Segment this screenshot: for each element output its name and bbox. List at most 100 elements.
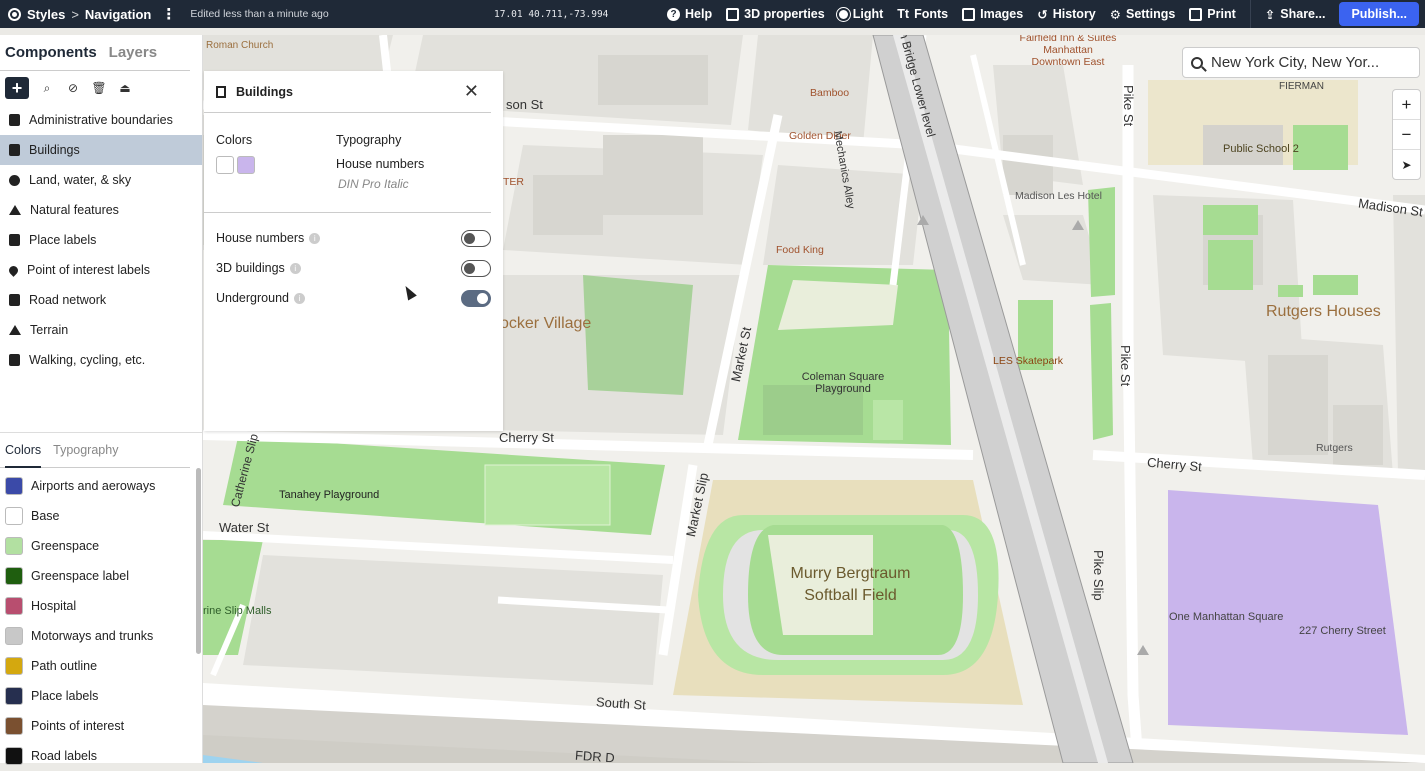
search-layers-icon[interactable]: ⌕ [39, 80, 55, 96]
color-swatch-item[interactable]: Path outline [0, 651, 202, 681]
crumb-navigation[interactable]: Navigation [85, 7, 151, 22]
color-swatch [5, 477, 23, 495]
map-label-madison-les-hotel: Madison Les Hotel [1015, 190, 1102, 202]
left-sidebar: Components Layers + ⌕ ⊘ 🗑 ⏏ Administrati… [0, 35, 203, 765]
color-swatch-label: Road labels [31, 749, 98, 763]
map-label-rutgers: Rutgers [1316, 442, 1353, 454]
color-swatch-item[interactable]: Greenspace label [0, 561, 202, 591]
color-swatch-item[interactable]: Points of interest [0, 711, 202, 741]
flag-icon [9, 114, 20, 126]
map-label-fairfield-inn: Fairfield Inn & Suites Manhattan Downtow… [1019, 35, 1117, 68]
map-label-public-school-2: Public School 2 [1223, 143, 1299, 155]
toggle-row: House numbers i [204, 223, 503, 253]
sidebar-tabs: Components Layers [0, 35, 190, 71]
hide-icon[interactable]: ⊘ [65, 80, 81, 96]
kebab-menu-icon[interactable]: ⋮ [161, 5, 176, 23]
component-terrain[interactable]: Terrain [0, 315, 202, 345]
tab-typography[interactable]: Typography [53, 443, 118, 467]
component-administrative-boundaries[interactable]: Administrative boundaries [0, 105, 202, 135]
colors-label: Colors [216, 133, 253, 147]
color-swatch-label: Motorways and trunks [31, 629, 154, 643]
tab-components[interactable]: Components [5, 44, 97, 70]
3d-properties-button[interactable]: 3D properties [726, 7, 825, 21]
component-road-network[interactable]: Road network [0, 285, 202, 315]
map-label-food-king: Food King [776, 244, 824, 256]
zoom-in-button[interactable]: + [1393, 90, 1420, 120]
fonts-button[interactable]: Tt Fonts [897, 7, 948, 21]
close-icon[interactable]: ✕ [464, 81, 479, 102]
tab-colors[interactable]: Colors [5, 443, 42, 468]
color-swatch-item[interactable]: Hospital [0, 591, 202, 621]
zoom-out-button[interactable]: − [1393, 120, 1420, 150]
info-icon[interactable]: i [293, 292, 305, 304]
compass-button[interactable]: ➤ [1393, 150, 1420, 180]
edited-status: Edited less than a minute ago [190, 8, 329, 20]
print-button[interactable]: Print [1189, 7, 1236, 21]
color-swatch-item[interactable]: Greenspace [0, 531, 202, 561]
toggle-label: Underground [216, 291, 289, 305]
trash-icon[interactable]: 🗑 [91, 80, 107, 96]
color-swatch-item[interactable]: Airports and aeroways [0, 471, 202, 501]
info-icon[interactable]: i [289, 262, 301, 274]
map-label-fdr-drive: FDR D [574, 747, 616, 763]
tab-layers[interactable]: Layers [109, 44, 157, 70]
light-button[interactable]: Light [838, 7, 883, 21]
cube-icon [726, 7, 740, 21]
color-swatch [5, 687, 23, 705]
component-land-water-sky[interactable]: Land, water, & sky [0, 165, 202, 195]
typography-label: Typography [336, 133, 402, 147]
images-button[interactable]: Images [962, 7, 1023, 21]
settings-button[interactable]: ⚙ Settings [1110, 7, 1176, 22]
scrollbar[interactable] [196, 468, 201, 654]
search-input[interactable]: New York City, New Yor... [1211, 54, 1379, 71]
color-swatch [5, 567, 23, 585]
typography-item[interactable]: House numbers [336, 157, 424, 171]
component-walking-cycling[interactable]: Walking, cycling, etc. [0, 345, 202, 375]
history-button[interactable]: ↺ History [1037, 7, 1096, 22]
breadcrumb: Styles > Navigation ⋮ [0, 5, 176, 23]
color-swatch-item[interactable]: Motorways and trunks [0, 621, 202, 651]
typography-font: DIN Pro Italic [338, 177, 409, 191]
terrain-icon [9, 325, 21, 335]
color-swatch [5, 507, 23, 525]
map-label-slip-malls: rine Slip Malls [203, 605, 272, 617]
studio-logo-icon[interactable] [8, 7, 21, 21]
color-swatch-label: Hospital [31, 599, 77, 613]
toggle-switch[interactable] [461, 289, 491, 307]
component-buildings[interactable]: Buildings [0, 135, 202, 165]
eject-icon[interactable]: ⏏ [117, 80, 133, 96]
toggle-switch[interactable] [461, 259, 491, 277]
add-component-button[interactable]: + [5, 77, 29, 99]
location-search[interactable]: New York City, New Yor... [1182, 47, 1420, 78]
map-label-227-cherry-street: 227 Cherry Street [1299, 625, 1386, 637]
color-swatch-item[interactable]: Base [0, 501, 202, 531]
building-icon [216, 85, 226, 98]
buildings-panel: Buildings ✕ Colors Typography House numb… [204, 71, 503, 431]
map-label-murry-bergtraum: Murry Bergtraum Softball Field [790, 565, 911, 604]
component-natural-features[interactable]: Natural features [0, 195, 202, 225]
map-label-pike-st-middle: Pike St [1118, 345, 1133, 387]
share-icon: ⇪ [1264, 7, 1276, 22]
panel-color-swatch[interactable] [216, 156, 234, 174]
breadcrumb-separator: > [71, 6, 79, 22]
mountain-icon [9, 205, 21, 215]
help-button[interactable]: ? Help [667, 7, 712, 21]
crumb-styles[interactable]: Styles [27, 7, 65, 22]
color-swatch-item[interactable]: Road labels [0, 741, 202, 771]
component-place-labels[interactable]: Place labels [0, 225, 202, 255]
panel-header: Buildings ✕ [204, 71, 491, 113]
info-icon[interactable]: i [309, 232, 321, 244]
toggle-row: Underground i [204, 283, 503, 313]
compass-icon: ➤ [1401, 158, 1412, 172]
map-label-knickerbocker-village: ocker Village [500, 315, 592, 332]
panel-color-swatch[interactable] [237, 156, 255, 174]
map-label-coleman-square: Coleman Square Playground [801, 371, 885, 395]
color-swatch-item[interactable]: Place labels [0, 681, 202, 711]
color-swatch [5, 657, 23, 675]
toggle-switch[interactable] [461, 229, 491, 247]
publish-button[interactable]: Publish... [1339, 2, 1419, 26]
properties-tabs: Colors Typography [0, 433, 190, 468]
share-button[interactable]: ⇪ Share... [1265, 7, 1326, 22]
style-properties: Colors Typography Airports and aeroways B… [0, 432, 202, 765]
component-poi-labels[interactable]: Point of interest labels [0, 255, 202, 285]
